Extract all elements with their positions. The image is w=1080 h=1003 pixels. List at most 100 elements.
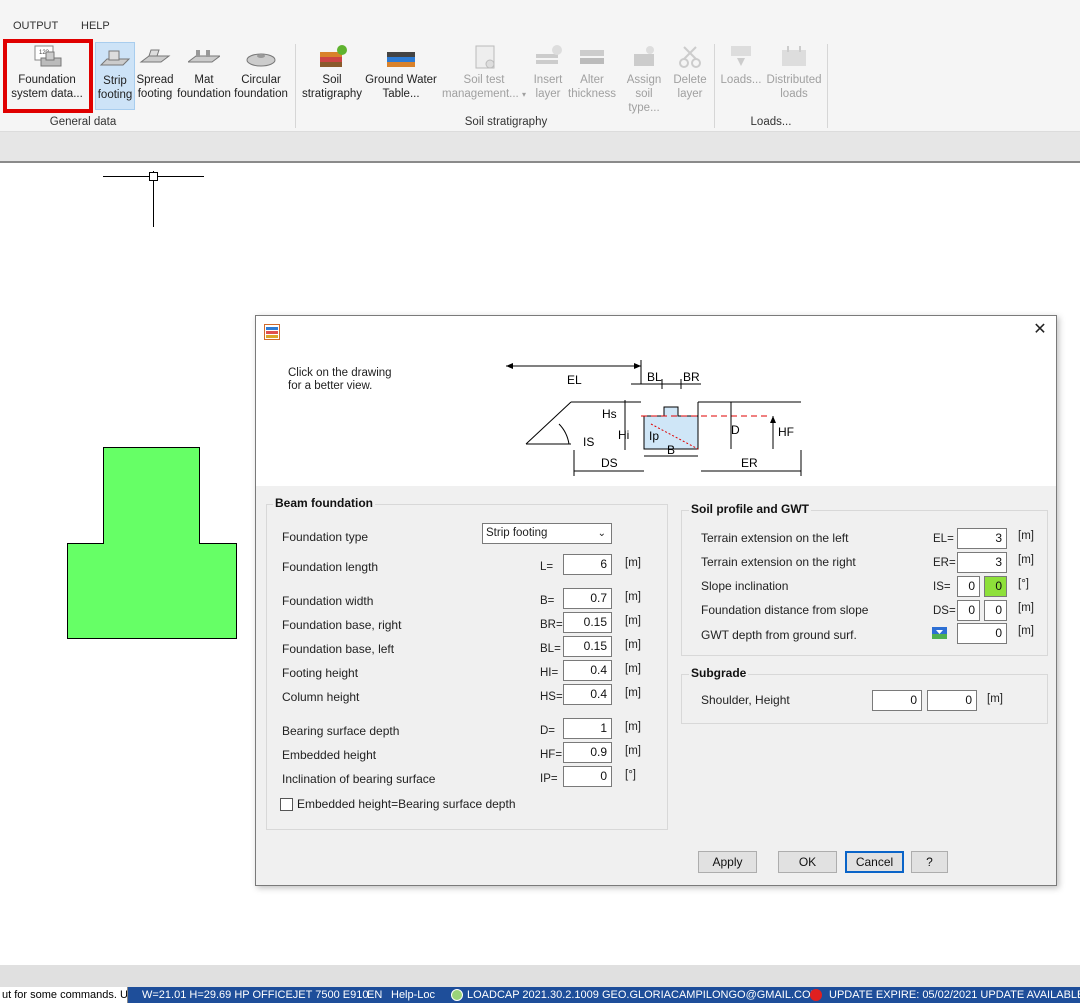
gwt-depth-input[interactable]: 0 <box>957 623 1007 644</box>
ground-water-icon <box>385 44 417 70</box>
slope-inclination-input-1[interactable]: 0 <box>957 576 980 597</box>
assign-soil-type-button[interactable]: Assign soil type... <box>618 42 670 114</box>
alert-icon <box>810 989 822 1001</box>
sub-toolbar <box>0 132 1080 163</box>
column-height-sym: HS= <box>540 691 563 703</box>
inclination-bearing-label: Inclination of bearing surface <box>282 772 436 786</box>
bearing-surface-depth-input[interactable]: 1 <box>563 718 612 739</box>
gwt-depth-unit: [m] <box>1018 625 1034 637</box>
mat-foundation-label-1: Mat <box>194 74 214 86</box>
diagram-label-ip: Ip <box>649 429 659 443</box>
loads-button[interactable]: Loads... <box>718 42 764 110</box>
ribbon-separator <box>295 44 296 128</box>
ground-water-table-button[interactable]: Ground Water Table... <box>364 42 438 110</box>
group-general-data: General data <box>49 116 117 128</box>
shoulder-input[interactable]: 0 <box>872 690 922 711</box>
foundation-width-label: Foundation width <box>282 594 374 608</box>
distance-slope-sym: DS= <box>933 605 956 617</box>
embedded-height-unit: [m] <box>625 745 641 757</box>
terrain-left-sym: EL= <box>933 533 954 545</box>
foundation-length-input[interactable]: 6 <box>563 554 612 575</box>
insert-layer-button[interactable]: Insert layer <box>530 42 566 110</box>
embedded-height-checkbox[interactable] <box>280 798 293 811</box>
menu-help[interactable]: HELP <box>81 20 110 32</box>
ground-water-label-1: Ground Water <box>365 74 437 86</box>
diagram-label-bl: BL <box>647 370 662 384</box>
delete-layer-label-1: Delete <box>673 74 707 86</box>
distance-slope-input-2[interactable]: 0 <box>984 600 1007 621</box>
mat-foundation-button[interactable]: Mat foundation <box>177 42 231 110</box>
footing-height-label: Footing height <box>282 666 359 680</box>
soil-test-management-button[interactable]: Soil test management... ▾ <box>440 42 528 110</box>
diagram-label-ds: DS <box>601 456 618 470</box>
subgrade-title: Subgrade <box>689 666 749 680</box>
alter-thickness-button[interactable]: Alter thickness <box>568 42 616 110</box>
distributed-loads-button[interactable]: Distributed loads <box>765 42 823 110</box>
status-update-expire[interactable]: UPDATE EXPIRE: 05/02/2021 UPDATE AVAILAB… <box>829 987 1080 1003</box>
chevron-down-icon: ⌄ <box>597 528 606 539</box>
soil-stratigraphy-button[interactable]: Soil stratigraphy <box>300 42 364 110</box>
foundation-base-left-input[interactable]: 0.15 <box>563 636 612 657</box>
foundation-base-right-input[interactable]: 0.15 <box>563 612 612 633</box>
terrain-right-input[interactable]: 3 <box>957 552 1007 573</box>
ok-button[interactable]: OK <box>778 851 837 873</box>
strip-footing-button[interactable]: Strip footing <box>95 42 135 110</box>
insert-layer-icon <box>532 44 564 70</box>
foundation-width-input[interactable]: 0.7 <box>563 588 612 609</box>
status-language: EN <box>367 989 383 1001</box>
alter-thickness-label-1: Alter <box>580 74 604 86</box>
slope-inclination-input-2[interactable]: 0 <box>984 576 1007 597</box>
strip-footing-label-2: footing <box>97 89 133 101</box>
circular-foundation-button[interactable]: Circular foundation <box>233 42 289 110</box>
embedded-height-input[interactable]: 0.9 <box>563 742 612 763</box>
diagram-label-hf: HF <box>778 425 794 439</box>
footing-height-input[interactable]: 0.4 <box>563 660 612 681</box>
column-height-input[interactable]: 0.4 <box>563 684 612 705</box>
distance-slope-input-1[interactable]: 0 <box>957 600 980 621</box>
assign-soil-icon <box>628 44 660 70</box>
terrain-right-sym: ER= <box>933 557 956 569</box>
spread-footing-button[interactable]: Spread footing <box>136 42 174 110</box>
embedded-height-label: Embedded height <box>282 748 377 762</box>
insert-layer-label-1: Insert <box>533 74 563 86</box>
diagram-label-br: BR <box>683 370 700 384</box>
foundation-type-select[interactable]: Strip footing ⌄ <box>482 523 612 544</box>
circular-foundation-label-2: foundation <box>234 88 288 100</box>
soil-profile-title: Soil profile and GWT <box>689 502 811 516</box>
footing-section-shape[interactable] <box>66 447 238 641</box>
menu-output[interactable]: OUTPUT <box>13 20 58 32</box>
mat-foundation-icon <box>186 44 222 70</box>
water-table-icon[interactable] <box>932 627 947 639</box>
highlight-annotation <box>3 39 93 113</box>
status-app-info: LOADCAP 2021.30.2.1009 GEO.GLORIACAMPILO… <box>467 989 820 1001</box>
foundation-type-value: Strip footing <box>486 527 548 539</box>
inclination-bearing-unit: [°] <box>625 769 636 781</box>
apply-button[interactable]: Apply <box>698 851 757 873</box>
delete-layer-button[interactable]: Delete layer <box>672 42 708 110</box>
foundation-length-label: Foundation length <box>282 560 379 574</box>
status-command-hint: ut for some commands. Us <box>0 987 128 1003</box>
embedded-height-checkbox-label[interactable]: Embedded height=Bearing surface depth <box>297 797 516 811</box>
spread-footing-label-1: Spread <box>136 74 174 86</box>
diagram-area[interactable]: Click on the drawing for a better view. … <box>256 346 1056 486</box>
close-icon[interactable]: ✕ <box>1030 320 1050 340</box>
terrain-left-input[interactable]: 3 <box>957 528 1007 549</box>
height-input[interactable]: 0 <box>927 690 977 711</box>
foundation-type-label: Foundation type <box>282 530 369 544</box>
foundation-diagram[interactable]: EL BL BR IS Hs Hi Ip B D HF DS ER <box>501 354 806 479</box>
cancel-button[interactable]: Cancel <box>845 851 904 873</box>
help-button[interactable]: ? <box>911 851 948 873</box>
status-help-loc[interactable]: Help-Loc <box>391 987 435 1003</box>
strip-footing-label-1: Strip <box>103 75 127 87</box>
inclination-bearing-input[interactable]: 0 <box>563 766 612 787</box>
loads-icon <box>725 44 757 70</box>
hint-line-2: for a better view. <box>288 380 373 392</box>
loads-label-1: Loads... <box>720 74 762 86</box>
spread-footing-icon <box>139 44 171 70</box>
bearing-surface-depth-unit: [m] <box>625 721 641 733</box>
diagram-hint: Click on the drawing for a better view. <box>288 367 392 393</box>
delete-layer-label-2: layer <box>677 88 703 100</box>
scissors-icon <box>674 44 706 70</box>
subgrade-unit: [m] <box>987 693 1003 705</box>
footing-height-unit: [m] <box>625 663 641 675</box>
